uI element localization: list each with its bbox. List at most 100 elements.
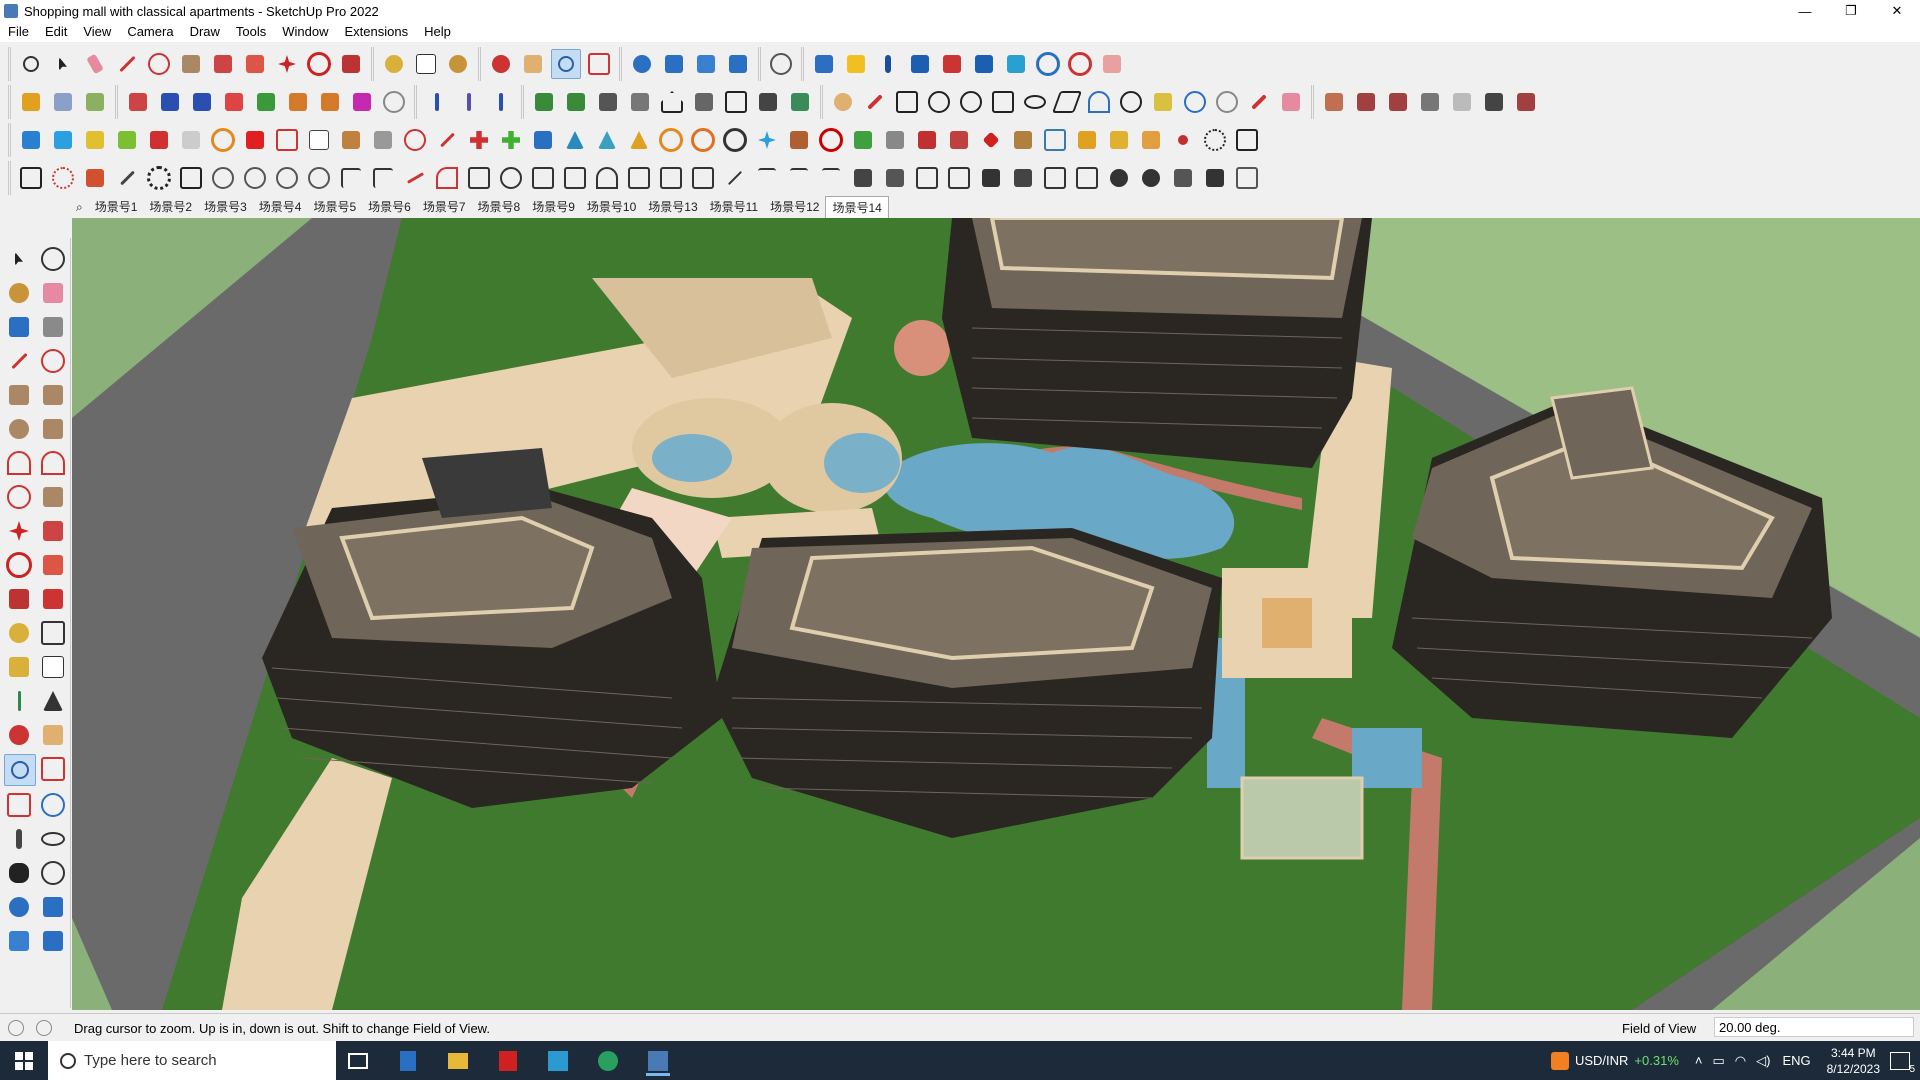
move-tool-icon[interactable] bbox=[273, 50, 301, 78]
search-icon[interactable] bbox=[17, 50, 45, 78]
scene-tab-4[interactable]: 场景号4 bbox=[253, 196, 308, 218]
orange-loop-icon[interactable] bbox=[689, 126, 717, 154]
iso-icon[interactable] bbox=[4, 892, 34, 922]
minimize-button[interactable]: — bbox=[1782, 0, 1828, 22]
columns-icon[interactable] bbox=[561, 164, 589, 192]
scene-search-icon[interactable]: ⌕ bbox=[70, 196, 89, 218]
push-pull-n-icon[interactable] bbox=[284, 88, 312, 116]
yellow-plane-icon[interactable] bbox=[81, 126, 109, 154]
push-pull-v-icon[interactable] bbox=[252, 88, 280, 116]
iso-view-icon[interactable] bbox=[628, 50, 656, 78]
rectangle-tool-icon[interactable] bbox=[177, 50, 205, 78]
line-draw-2-icon[interactable] bbox=[455, 88, 483, 116]
pyramid-icon[interactable] bbox=[625, 126, 653, 154]
red-cross-icon[interactable] bbox=[465, 126, 493, 154]
user-account-icon[interactable] bbox=[767, 50, 795, 78]
loop-icon[interactable] bbox=[1181, 88, 1209, 116]
polygon-icon[interactable] bbox=[893, 88, 921, 116]
scale-icon[interactable] bbox=[4, 584, 34, 614]
mesh-icon[interactable] bbox=[1009, 164, 1037, 192]
calculator-icon[interactable] bbox=[390, 1045, 426, 1076]
file-explorer-icon[interactable] bbox=[440, 1045, 476, 1076]
scene-tab-1[interactable]: 场景号1 bbox=[89, 196, 144, 218]
push-pull-icon[interactable] bbox=[209, 50, 237, 78]
fov-value-field[interactable]: 20.00 deg. bbox=[1714, 1017, 1914, 1037]
scale-tool-icon[interactable] bbox=[337, 50, 365, 78]
menu-tools[interactable]: Tools bbox=[228, 22, 274, 42]
bars-icon[interactable] bbox=[1073, 164, 1101, 192]
front-icon[interactable] bbox=[4, 926, 34, 956]
line-icon[interactable] bbox=[4, 346, 34, 376]
followme-icon[interactable] bbox=[38, 550, 68, 580]
polygon-2-icon[interactable] bbox=[989, 88, 1017, 116]
gray-plane-icon[interactable] bbox=[177, 126, 205, 154]
scene-tab-5[interactable]: 场景号5 bbox=[307, 196, 362, 218]
red-curve-icon[interactable] bbox=[817, 126, 845, 154]
scene-tab-12[interactable]: 场景号12 bbox=[764, 196, 825, 218]
stripes-2-icon[interactable] bbox=[881, 164, 909, 192]
offset-icon[interactable] bbox=[38, 584, 68, 614]
blue-x-icon[interactable] bbox=[529, 126, 557, 154]
right-view-icon[interactable] bbox=[724, 50, 752, 78]
circle-tool-icon[interactable] bbox=[4, 414, 34, 444]
scene-tab-2[interactable]: 场景号2 bbox=[143, 196, 198, 218]
look-around-icon[interactable] bbox=[38, 824, 68, 854]
solid-tools-icon[interactable] bbox=[17, 88, 45, 116]
protractor-icon[interactable] bbox=[4, 652, 34, 682]
freehand-icon[interactable] bbox=[38, 346, 68, 376]
tag-icon[interactable] bbox=[38, 312, 68, 342]
arc-blue-icon[interactable] bbox=[1085, 88, 1113, 116]
follow-me-icon[interactable] bbox=[241, 50, 269, 78]
eraser-tool-icon[interactable] bbox=[38, 278, 68, 308]
box-icon[interactable] bbox=[1480, 88, 1508, 116]
position-camera-icon[interactable] bbox=[4, 824, 34, 854]
front-view-icon[interactable] bbox=[692, 50, 720, 78]
top-view-icon[interactable] bbox=[660, 50, 688, 78]
box-lid-icon[interactable] bbox=[785, 126, 813, 154]
terrain-icon[interactable] bbox=[530, 88, 558, 116]
push-pull-x-icon[interactable] bbox=[156, 88, 184, 116]
dotted-curve-icon[interactable] bbox=[49, 164, 77, 192]
lasso-select-icon[interactable] bbox=[38, 244, 68, 274]
scene-tab-7[interactable]: 场景号7 bbox=[417, 196, 472, 218]
pen-icon[interactable] bbox=[861, 88, 889, 116]
windows-start-button[interactable] bbox=[0, 1041, 48, 1080]
gear-dark-2-icon[interactable] bbox=[1137, 164, 1165, 192]
menu-help[interactable]: Help bbox=[416, 22, 459, 42]
red-gem-icon[interactable] bbox=[977, 126, 1005, 154]
rotated-rect-icon[interactable] bbox=[38, 380, 68, 410]
scene-tab-3[interactable]: 场景号3 bbox=[198, 196, 253, 218]
tape-measure-icon[interactable] bbox=[380, 50, 408, 78]
currency-widget-icon[interactable] bbox=[1550, 1051, 1569, 1070]
red-scatter-icon[interactable] bbox=[1169, 126, 1197, 154]
green-cross-icon[interactable] bbox=[497, 126, 525, 154]
circle-3-icon[interactable] bbox=[1117, 88, 1145, 116]
page-stack-icon[interactable] bbox=[689, 164, 717, 192]
frame-icon[interactable] bbox=[1041, 126, 1069, 154]
brown-block-icon[interactable] bbox=[337, 126, 365, 154]
rotate-icon[interactable] bbox=[4, 550, 34, 580]
push-pull-x2-icon[interactable] bbox=[316, 88, 344, 116]
scene-tab-13[interactable]: 场景号13 bbox=[642, 196, 703, 218]
building-icon[interactable] bbox=[594, 88, 622, 116]
menu-file[interactable]: File bbox=[0, 22, 37, 42]
language-indicator[interactable]: ENG bbox=[1782, 1053, 1810, 1068]
red-cube-icon[interactable] bbox=[913, 126, 941, 154]
move-icon[interactable] bbox=[4, 516, 34, 546]
box-red-icon[interactable] bbox=[1512, 88, 1540, 116]
right-icon[interactable] bbox=[38, 926, 68, 956]
model-viewport[interactable] bbox=[72, 218, 1920, 1010]
edge-icon[interactable] bbox=[590, 1045, 626, 1076]
task-view-icon[interactable] bbox=[340, 1045, 376, 1076]
clock[interactable]: 3:44 PM 8/12/2023 bbox=[1827, 1045, 1880, 1077]
intersect-icon[interactable] bbox=[81, 88, 109, 116]
sandbox-icon[interactable] bbox=[1002, 50, 1030, 78]
teams-icon[interactable] bbox=[540, 1045, 576, 1076]
text-style-icon[interactable] bbox=[786, 88, 814, 116]
dimension-icon[interactable] bbox=[970, 50, 998, 78]
orange-grid-3-icon[interactable] bbox=[1137, 126, 1165, 154]
scene-tab-6[interactable]: 场景号6 bbox=[362, 196, 417, 218]
zoom-window-icon[interactable] bbox=[38, 754, 68, 784]
extension-icon[interactable] bbox=[1098, 50, 1126, 78]
text-icon[interactable] bbox=[38, 652, 68, 682]
